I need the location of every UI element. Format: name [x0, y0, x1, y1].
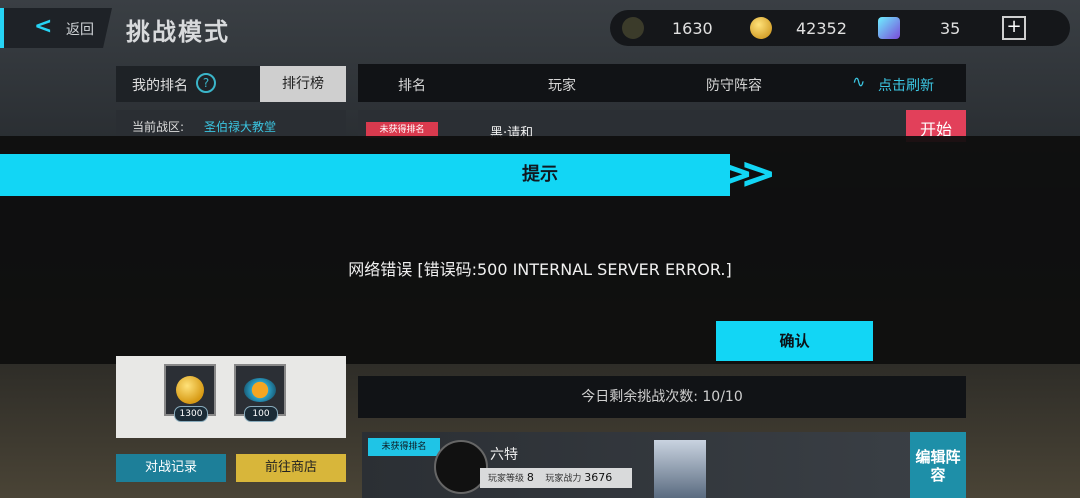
help-icon[interactable]: ?	[196, 73, 216, 93]
dialog-title: 提示	[522, 164, 558, 185]
page-title: 挑战模式	[126, 18, 230, 46]
rank-tabs: 我的排名 ? 排行榜	[116, 66, 346, 102]
tab-leaderboard[interactable]: 排行榜	[260, 66, 346, 102]
gem-icon	[878, 17, 900, 39]
dialog-message: 网络错误 [错误码:500 INTERNAL SERVER ERROR.]	[348, 260, 732, 279]
chevron-left-icon: <	[34, 14, 53, 39]
reward-box: 1300 100	[116, 356, 346, 438]
power-value: 3676	[584, 471, 613, 484]
col-player: 玩家	[548, 78, 576, 94]
refresh-button[interactable]: 点击刷新	[878, 75, 934, 95]
level-value: 8	[526, 471, 534, 484]
stamina-value: 1630	[672, 19, 713, 38]
zone-value: 圣伯禄大教堂	[204, 120, 277, 134]
player-stats: 玩家等级 8 玩家战力 3676	[480, 468, 632, 488]
edit-lineup-button[interactable]: 编辑阵容	[910, 432, 966, 498]
reward-count: 100	[244, 406, 278, 422]
gold-coin-icon	[750, 17, 772, 39]
go-shop-button[interactable]: 前往商店	[236, 454, 346, 482]
bottle-cap-icon	[244, 378, 276, 402]
gem-value: 35	[940, 19, 961, 38]
level-label: 玩家等级	[488, 474, 525, 484]
back-button[interactable]: < 返回	[0, 8, 112, 48]
my-player-row: 未获得排名 六特 玩家等级 8 玩家战力 3676 编辑阵容	[362, 432, 966, 498]
stamina-icon	[622, 17, 644, 39]
refresh-icon: ∿	[852, 72, 866, 91]
col-defense: 防守阵容	[706, 78, 762, 94]
power-label: 玩家战力	[545, 474, 582, 484]
zone-label: 当前战区:	[132, 120, 185, 134]
gold-value: 42352	[796, 19, 847, 38]
add-currency-button[interactable]: +	[1002, 16, 1026, 40]
reward-count: 1300	[174, 406, 208, 422]
back-label: 返回	[66, 22, 94, 38]
battle-history-button[interactable]: 对战记录	[116, 454, 226, 482]
tab-my-rank[interactable]: 我的排名	[132, 75, 188, 95]
confirm-button[interactable]: 确认	[716, 321, 873, 361]
remaining-challenges: 今日剩余挑战次数: 10/10	[358, 376, 966, 418]
character-portrait[interactable]	[654, 440, 706, 498]
reward-item[interactable]: 1300	[164, 364, 216, 422]
rank-badge: 未获得排名	[368, 438, 440, 456]
col-rank: 排名	[398, 78, 426, 94]
player-name: 六特	[490, 447, 518, 463]
currency-bar: 1630 42352 35 +	[610, 10, 1070, 46]
table-header: 排名 玩家 防守阵容 ∿ 点击刷新	[358, 64, 966, 102]
gold-coin-icon	[176, 376, 204, 404]
reward-item[interactable]: 100	[234, 364, 286, 422]
